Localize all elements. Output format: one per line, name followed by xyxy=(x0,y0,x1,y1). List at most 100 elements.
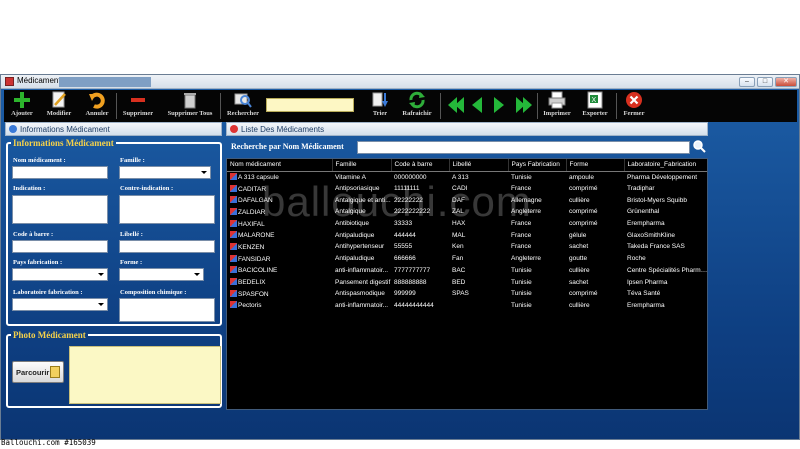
toolbar-search-input[interactable] xyxy=(266,98,354,112)
table-row[interactable]: MALARONE Antipaludique 444444 MAL France gélu… xyxy=(227,229,707,241)
table-cell: 000000000 xyxy=(394,173,427,181)
table-row[interactable]: ZALDIAR Antalgique 2222222222 ZAL Angleterre… xyxy=(227,206,707,218)
minimize-button[interactable]: – xyxy=(739,77,755,87)
table-cell: France xyxy=(511,220,532,228)
fermer-button[interactable]: Fermer xyxy=(619,91,649,117)
table-row[interactable]: CADITAR Antipsoriasique 11111111 CADI France… xyxy=(227,183,707,195)
toolbar: Ajouter Modifier Annuler Supprimer Suppr… xyxy=(4,90,797,122)
table-cell: DAF xyxy=(452,196,465,204)
table-row[interactable]: SPASFON Antispasmodique 999999 SPAS Tunisie c… xyxy=(227,288,707,300)
table-cell: comprimé xyxy=(569,290,598,298)
browse-label: Parcourir xyxy=(16,368,50,377)
supprimer-button[interactable]: Supprimer xyxy=(120,91,156,117)
next-record-icon[interactable] xyxy=(494,97,504,113)
table-cell: 55555 xyxy=(394,243,413,251)
libelle-input[interactable] xyxy=(119,240,215,253)
footer-credit: Ballouchi.com #165039 xyxy=(1,438,96,447)
modifier-label: Modifier xyxy=(46,110,72,117)
table-cell: Angleterre xyxy=(511,255,541,263)
column-header[interactable]: Nom médicament xyxy=(227,159,333,172)
rechercher-button[interactable]: Rechercher xyxy=(224,91,262,117)
close-window-button[interactable]: ✕ xyxy=(775,77,797,87)
forme-select[interactable] xyxy=(119,268,204,281)
table-cell: 11111111 xyxy=(394,185,420,193)
table-cell: ZAL xyxy=(452,208,464,216)
search-label: Recherche par Nom Médicament xyxy=(231,142,344,151)
row-pill-icon xyxy=(230,242,237,250)
maximize-button[interactable]: □ xyxy=(757,77,773,87)
browse-button[interactable]: Parcourir xyxy=(12,361,64,383)
search-input[interactable] xyxy=(357,141,690,154)
rechercher-label: Rechercher xyxy=(226,110,259,117)
medicament-grid[interactable]: Nom médicament Famille Code à barre Libe… xyxy=(226,158,708,410)
imprimer-label: Imprimer xyxy=(543,110,571,117)
table-cell: 999999 xyxy=(394,290,416,298)
column-header[interactable]: Famille xyxy=(332,159,392,172)
column-header[interactable]: Pays Fabrication xyxy=(508,159,567,172)
table-cell: Antipaludique xyxy=(335,255,375,263)
table-row[interactable]: FANSIDAR Antipaludique 666666 Fan Angleterre… xyxy=(227,253,707,265)
contre-indication-input[interactable] xyxy=(119,195,215,224)
table-row[interactable]: BEDELIX Pansement digestif 888888888 BED Tun… xyxy=(227,276,707,288)
pays-select[interactable] xyxy=(12,268,108,281)
composition-label: Composition chimique : xyxy=(120,289,187,296)
window-title: Médicament xyxy=(17,76,61,85)
table-cell: BEDELIX xyxy=(227,276,332,288)
annuler-button[interactable]: Annuler xyxy=(82,91,112,117)
table-cell: Antalgique et anti... xyxy=(335,196,391,204)
search-magnifier-icon[interactable] xyxy=(692,139,706,153)
supprimer-tous-button[interactable]: Supprimer Tous xyxy=(164,91,216,117)
toolbar-separator xyxy=(116,93,117,119)
table-row[interactable]: Pectoris anti-inflammatoir... 44444444444 T… xyxy=(227,300,707,312)
table-cell: MAL xyxy=(452,231,466,239)
table-cell: comprimé xyxy=(569,185,598,193)
column-header[interactable]: Laboratoire_Fabrication xyxy=(624,159,707,172)
table-cell-text: KENZEN xyxy=(238,243,265,251)
table-cell: cullière xyxy=(569,266,590,274)
pays-label: Pays fabrication : xyxy=(13,259,63,266)
forme-label: Forme : xyxy=(120,259,143,266)
table-cell: Centre Spécialités Pharma... xyxy=(627,266,708,274)
column-header[interactable]: Libellé xyxy=(449,159,509,172)
row-pill-icon xyxy=(230,196,237,204)
exporter-button[interactable]: X Exporter xyxy=(578,91,612,117)
table-cell-text: DAFALGAN xyxy=(238,197,273,205)
nom-input[interactable] xyxy=(12,166,108,179)
close-circle-icon xyxy=(626,92,642,108)
table-cell: Tunisie xyxy=(511,278,532,286)
table-cell: comprimé xyxy=(569,220,598,228)
table-cell-text: MALARONE xyxy=(238,232,275,240)
table-row[interactable]: KENZEN Antihypertenseur 55555 Ken France sach… xyxy=(227,241,707,253)
table-cell: cullière xyxy=(569,196,590,204)
table-cell: France xyxy=(511,243,532,251)
laboratoire-select[interactable] xyxy=(12,298,108,311)
table-cell: CADI xyxy=(452,185,468,193)
composition-input[interactable] xyxy=(119,298,215,322)
table-row[interactable]: BACICOLINE anti-inflammatoir... 7777777777… xyxy=(227,265,708,277)
trash-icon xyxy=(184,93,196,109)
table-row[interactable]: DAFALGAN Antalgique et anti... 22222222 DAF… xyxy=(227,194,707,206)
svg-text:X: X xyxy=(592,97,597,104)
table-row[interactable]: HAXIFAL Antibiotique 33333 HAX France comprim… xyxy=(227,218,707,230)
imprimer-button[interactable]: Imprimer xyxy=(540,91,574,117)
rafraichir-button[interactable]: Rafraichir xyxy=(400,91,434,117)
column-header[interactable]: Code à barre xyxy=(391,159,450,172)
indication-input[interactable] xyxy=(12,195,108,224)
table-row[interactable]: A 313 capsule Vitamine A 000000000 A 313 Tun… xyxy=(227,171,707,183)
modifier-button[interactable]: Modifier xyxy=(44,91,74,117)
table-cell: sachet xyxy=(569,243,589,251)
famille-select[interactable] xyxy=(119,166,211,179)
code-barre-input[interactable] xyxy=(12,240,108,253)
row-pill-icon xyxy=(230,289,237,297)
table-cell: 2222222222 xyxy=(394,208,431,216)
row-pill-icon xyxy=(230,301,237,309)
trier-button[interactable]: Trier xyxy=(368,91,392,117)
folder-icon xyxy=(50,366,60,378)
table-cell: France xyxy=(511,231,532,239)
previous-record-icon[interactable] xyxy=(472,97,482,113)
table-cell: Antipsoriasique xyxy=(335,185,380,193)
ajouter-button[interactable]: Ajouter xyxy=(8,91,36,117)
table-cell xyxy=(449,300,508,312)
table-cell: Roche xyxy=(627,255,646,263)
column-header[interactable]: Forme xyxy=(566,159,625,172)
